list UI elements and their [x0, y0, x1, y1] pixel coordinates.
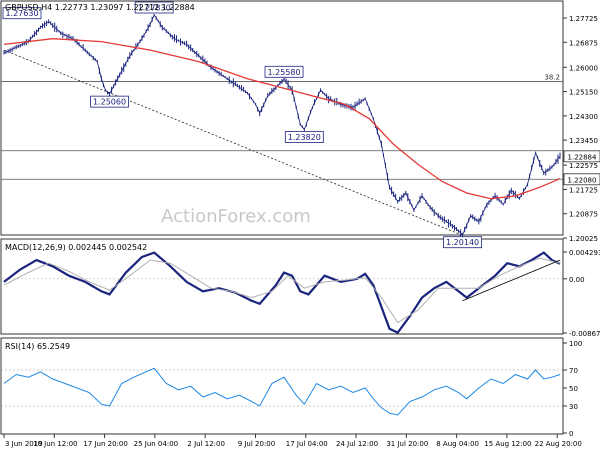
price-tick-label: 1.22575	[569, 162, 598, 170]
time-tick-label: 22 Aug 20:00	[535, 440, 582, 448]
price-axis: 1.27725 1.26875 1.26000 1.25150 1.24300 1.234…	[563, 15, 600, 243]
rsi-header: RSI(14) 65.2549	[5, 342, 70, 351]
time-tick-label: 8 Aug 04:00	[436, 440, 479, 448]
rsi-axis: 100 70 50 30 0	[563, 340, 582, 438]
price-tick-label: 1.26000	[569, 64, 598, 72]
time-tick-label: 17 Jun 20:00	[83, 440, 127, 448]
rsi-tick-label: 30	[569, 403, 578, 411]
price-label-4: 1.23820	[288, 133, 321, 142]
macd-tick-label: 0.00	[569, 276, 585, 284]
price-panel-frame	[0, 0, 564, 236]
price-label-3: 1.25580	[267, 68, 300, 77]
price-tick-label: 1.27725	[569, 15, 598, 23]
price-tick-label: 1.25150	[569, 89, 598, 97]
fibonacci-level-label: 38.2	[544, 74, 560, 82]
forex-chart: ActionForex.com 38.2 1.276301.278301.250…	[0, 0, 600, 448]
watermark: ActionForex.com	[161, 206, 311, 227]
macd-header: MACD(12,26,9) 0.002445 0.002542	[5, 243, 147, 252]
price-header: GBPUSD,H4 1.22773 1.23097 1.22712 1.2288…	[5, 3, 195, 12]
price-tick-label: 1.20025	[569, 235, 598, 243]
price-tick-label: 1.20875	[569, 211, 598, 219]
price-tick-label: 1.21725	[569, 186, 598, 194]
macd-tick-label: -0.00867	[569, 330, 600, 338]
price-tick-label: 1.23450	[569, 137, 598, 145]
rsi-tick-label: 50	[569, 385, 578, 393]
rsi-tick-label: 70	[569, 367, 578, 375]
macd-axis: 0.004293 0.00 -0.00867	[563, 249, 600, 338]
price-tick-label: 1.26875	[569, 39, 598, 47]
price-label-5: 1.20140	[446, 238, 479, 247]
macd-panel-frame	[0, 238, 564, 335]
axis-badge-0: 1.22884	[568, 153, 597, 161]
time-tick-label: 15 Aug 12:00	[484, 440, 531, 448]
time-tick-label: 31 Jul 20:00	[386, 440, 428, 448]
axis-badge-1: 1.22080	[568, 176, 597, 184]
rsi-tick-label: 100	[569, 340, 582, 348]
time-tick-label: 9 Jul 20:00	[238, 440, 276, 448]
macd-tick-label: 0.004293	[569, 249, 600, 257]
time-axis: 3 Jun 201910 Jun 12:00 17 Jun 20:00 25 Jun…	[3, 434, 582, 448]
rsi-tick-label: 0	[569, 430, 573, 438]
price-label-2: 1.25060	[93, 98, 126, 107]
rsi-panel-frame	[0, 337, 564, 435]
time-tick-label: 24 Jul 12:00	[336, 440, 378, 448]
time-tick-label: 10 Jun 12:00	[33, 440, 77, 448]
time-tick-label: 17 Jul 04:00	[286, 440, 328, 448]
time-tick-label: 2 Jul 12:00	[187, 440, 225, 448]
price-tick-label: 1.24300	[569, 113, 598, 121]
time-tick-label: 25 Jun 04:00	[134, 440, 178, 448]
